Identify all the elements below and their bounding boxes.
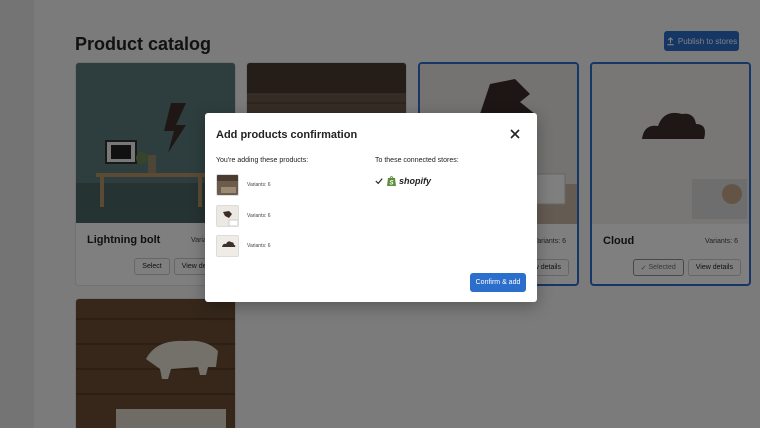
close-button[interactable]	[508, 127, 522, 141]
store-row: S shopify	[375, 175, 431, 187]
store-name: shopify	[399, 176, 432, 186]
product-thumbnail	[216, 205, 239, 227]
list-item: Variants: 6	[216, 235, 336, 257]
shopify-logo: S shopify	[386, 175, 431, 187]
variants-label: Variants: 6	[247, 182, 271, 188]
modal-title: Add products confirmation	[216, 129, 358, 141]
shopify-bag-icon: S	[387, 176, 396, 187]
list-item: Variants: 6	[216, 205, 336, 227]
confirm-add-button[interactable]: Confirm & add	[470, 273, 526, 292]
product-thumbnail	[216, 235, 239, 257]
list-item: Variants: 6	[216, 174, 336, 196]
variants-label: Variants: 6	[247, 243, 271, 249]
stores-heading: To these connected stores:	[375, 157, 459, 164]
variants-label: Variants: 6	[247, 213, 271, 219]
close-icon	[510, 129, 520, 139]
products-heading: You're adding these products:	[216, 157, 309, 164]
check-icon	[375, 178, 383, 185]
svg-text:S: S	[390, 181, 394, 187]
product-thumbnail	[216, 174, 239, 196]
add-products-modal: Add products confirmation You're adding …	[205, 113, 537, 302]
